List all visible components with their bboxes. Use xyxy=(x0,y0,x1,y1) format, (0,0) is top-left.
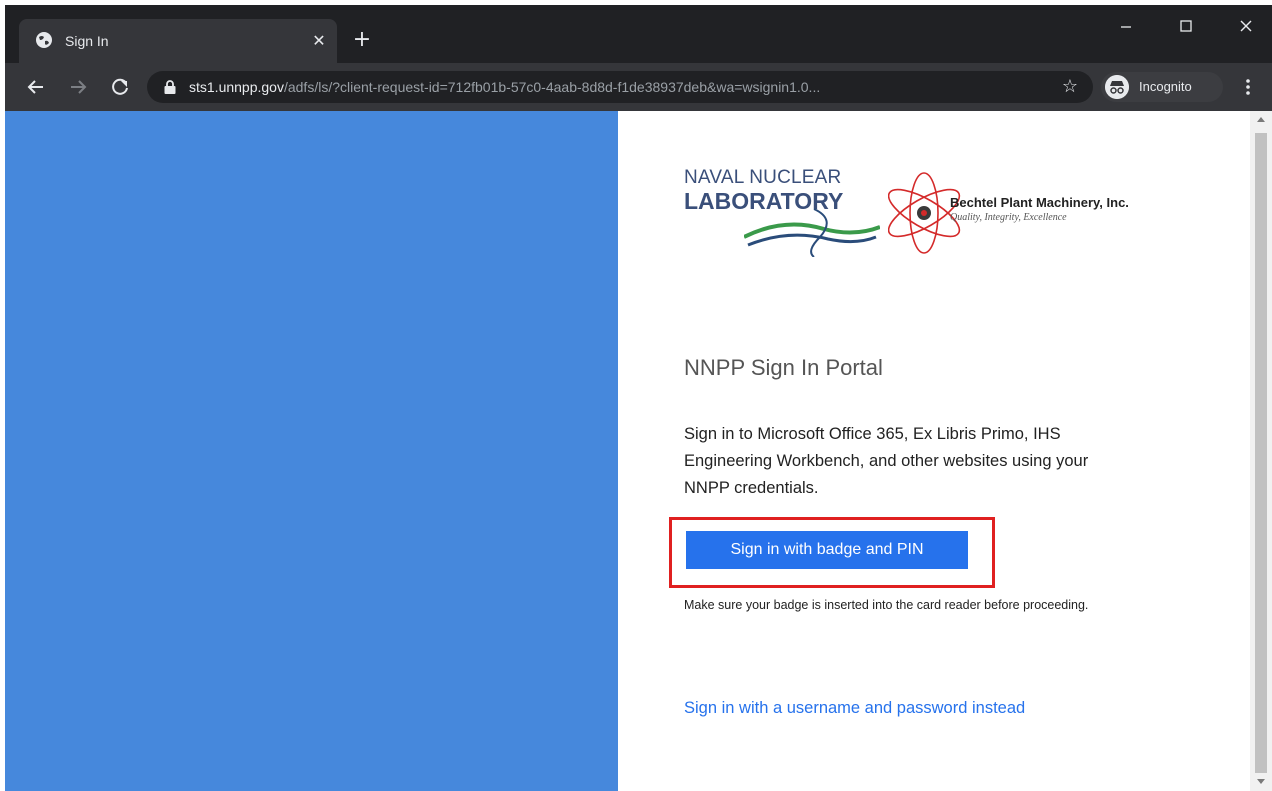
globe-icon xyxy=(36,32,52,48)
naval-nuclear-laboratory-logo: NAVAL NUCLEAR LABORATORY xyxy=(684,167,880,257)
tab-sign-in[interactable]: Sign In ✕ xyxy=(19,19,337,63)
logo-line-1: NAVAL NUCLEAR xyxy=(684,167,842,188)
reload-icon[interactable] xyxy=(107,74,133,100)
close-window-icon[interactable] xyxy=(1231,13,1261,39)
kebab-menu-icon[interactable] xyxy=(1237,76,1259,98)
page-title: NNPP Sign In Portal xyxy=(684,355,883,380)
swoosh-icon xyxy=(744,208,880,257)
page-viewport: NAVAL NUCLEAR LABORATORY Bechtel Plant M… xyxy=(5,111,1272,791)
minimize-icon[interactable] xyxy=(1111,13,1141,39)
browser-window: Sign In ✕ + sts1.unnpp.gov/adfs/ls/?clie… xyxy=(5,5,1272,791)
vertical-scrollbar[interactable] xyxy=(1250,111,1272,791)
illustration-panel xyxy=(5,111,618,791)
address-bar[interactable]: sts1.unnpp.gov/adfs/ls/?client-request-i… xyxy=(147,71,1093,103)
close-icon[interactable]: ✕ xyxy=(309,31,329,51)
incognito-icon xyxy=(1105,75,1129,99)
sign-in-panel: NAVAL NUCLEAR LABORATORY Bechtel Plant M… xyxy=(618,111,1250,791)
forward-arrow-icon[interactable] xyxy=(65,74,91,100)
company-tagline: Quality, Integrity, Excellence xyxy=(950,212,1067,223)
url-text[interactable]: sts1.unnpp.gov/adfs/ls/?client-request-i… xyxy=(189,78,1049,96)
incognito-badge[interactable]: Incognito xyxy=(1101,72,1223,102)
url-path: /adfs/ls/?client-request-id=712fb01b-57c… xyxy=(283,79,821,95)
scrollbar-thumb[interactable] xyxy=(1255,133,1267,773)
intro-text: Sign in to Microsoft Office 365, Ex Libr… xyxy=(684,425,1089,497)
star-icon[interactable]: ☆ xyxy=(1059,76,1081,98)
plus-icon[interactable]: + xyxy=(349,27,375,53)
maximize-icon[interactable] xyxy=(1171,13,1201,39)
lock-icon[interactable] xyxy=(163,79,177,95)
url-host: sts1.unnpp.gov xyxy=(189,79,284,95)
incognito-label: Incognito xyxy=(1139,79,1192,94)
tab-title: Sign In xyxy=(65,33,109,49)
company-name: Bechtel Plant Machinery, Inc. xyxy=(950,195,1129,210)
back-arrow-icon[interactable] xyxy=(23,74,49,100)
badge-note-text: Make sure your badge is inserted into th… xyxy=(684,598,1089,612)
tab-strip: Sign In ✕ + xyxy=(5,5,1272,63)
bechtel-plant-machinery-logo: Bechtel Plant Machinery, Inc. Quality, I… xyxy=(888,165,1158,261)
scroll-up-arrow-icon[interactable] xyxy=(1257,117,1265,122)
username-password-link[interactable]: Sign in with a username and password ins… xyxy=(684,697,1025,719)
scroll-down-arrow-icon[interactable] xyxy=(1257,779,1265,784)
sign-in-badge-pin-button[interactable]: Sign in with badge and PIN xyxy=(686,531,968,569)
browser-toolbar: sts1.unnpp.gov/adfs/ls/?client-request-i… xyxy=(5,63,1272,111)
